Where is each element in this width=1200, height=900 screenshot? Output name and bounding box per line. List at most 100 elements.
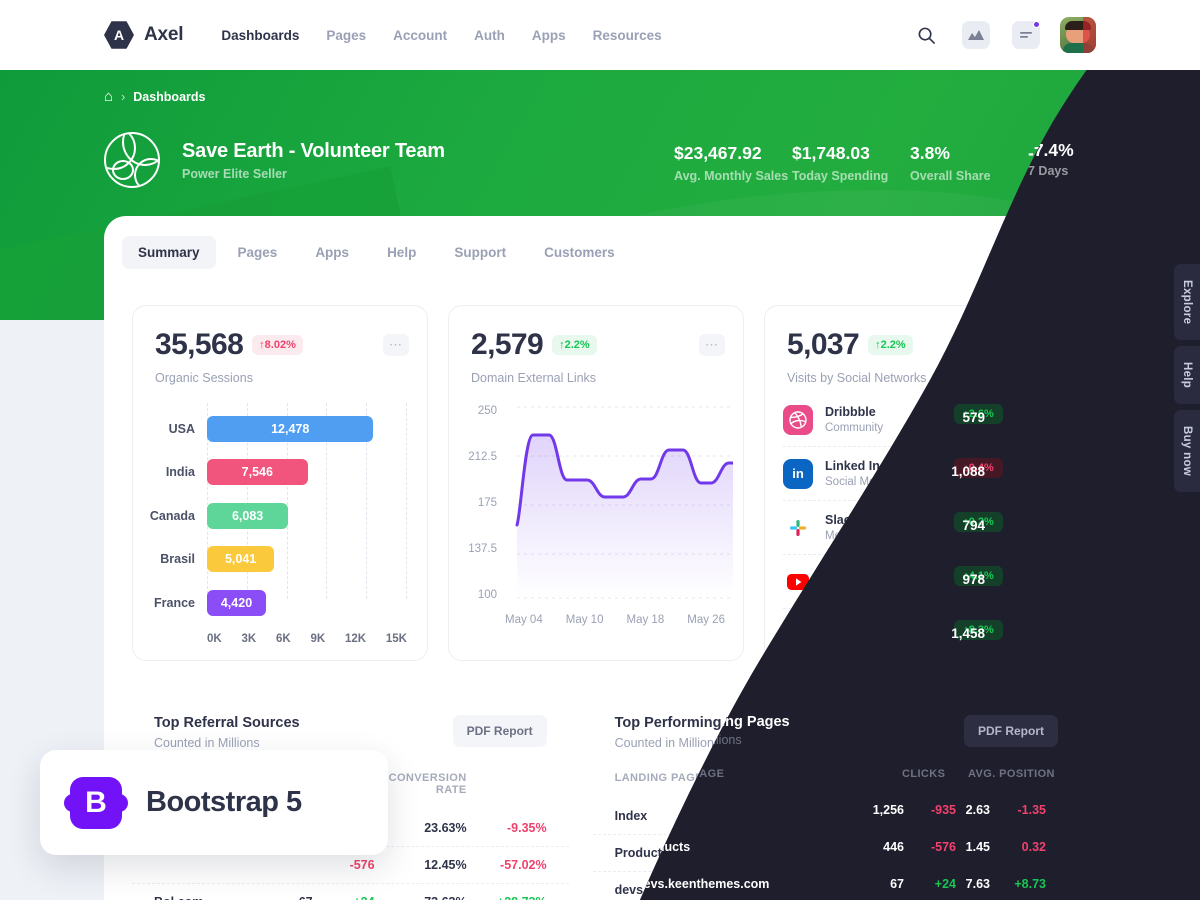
cell-landing-page: devs.keenthemes.com bbox=[614, 883, 748, 897]
card-menu-button[interactable]: ⋯ bbox=[1015, 334, 1041, 356]
table-row[interactable]: Bol.com 67 +24 73.63% +28.73% bbox=[132, 884, 569, 900]
delta-value: 0.4% bbox=[1007, 467, 1033, 480]
ytick: 212.5 bbox=[468, 451, 497, 463]
list-item[interactable]: Instagram Social Network 1,458 ↑8.3% bbox=[783, 609, 1041, 663]
social-desc: Social Network bbox=[825, 638, 902, 651]
social-value: 794 bbox=[959, 520, 982, 535]
stat-avg-monthly-sales: $23,467.92 Avg. Monthly Sales bbox=[674, 143, 792, 183]
card-menu-button[interactable]: ⋯ bbox=[699, 334, 725, 356]
cell-position: 2.63 bbox=[941, 809, 966, 823]
nav-item-apps[interactable]: Apps bbox=[532, 28, 566, 43]
social-delta: ↑0.2% bbox=[994, 517, 1041, 538]
table-row[interactable]: devs.keenthemes.com 67 +24 7.63 +8.73 bbox=[593, 872, 1068, 900]
stat-value: $1,748.03 bbox=[792, 143, 870, 163]
nav-item-account[interactable]: Account bbox=[393, 28, 447, 43]
notifications-icon[interactable] bbox=[1010, 19, 1042, 51]
search-icon[interactable] bbox=[910, 19, 942, 51]
ytick: 175 bbox=[477, 497, 497, 509]
tab-help[interactable]: Help bbox=[371, 236, 432, 269]
cell-sessions: 67 bbox=[249, 895, 313, 900]
breadcrumb: ⌂ › Dashboards bbox=[104, 88, 205, 105]
home-icon[interactable]: ⌂ bbox=[104, 88, 113, 105]
bar-row-brasil: Brasil 5,041 bbox=[145, 538, 407, 582]
nav-item-pages[interactable]: Pages bbox=[326, 28, 366, 43]
nav-item-resources[interactable]: Resources bbox=[593, 28, 662, 43]
cell-landing-page: Index bbox=[614, 809, 648, 823]
stat-label: Today Spending bbox=[792, 169, 889, 183]
stat-value: -7.4% bbox=[1028, 143, 1074, 163]
card-menu-button[interactable]: ⋯ bbox=[383, 334, 409, 356]
table-row[interactable]: Index 1,256 -935 2.63 -1.35 bbox=[592, 798, 1068, 835]
social-visits-subtitle: Visits by Social Networks bbox=[787, 371, 927, 385]
external-links-subtitle: Domain External Links bbox=[471, 371, 597, 385]
social-desc: Video Channel bbox=[825, 584, 901, 596]
xtick: 9K bbox=[310, 632, 326, 645]
list-item[interactable]: in Linked In Social Media 1,088 ↓0.4% bbox=[783, 447, 1041, 501]
tab-apps[interactable]: Apps bbox=[299, 236, 365, 269]
table-title: Top Referral Sources bbox=[154, 715, 300, 731]
activity-icon[interactable] bbox=[960, 19, 992, 51]
table-title: Top Performing Pages bbox=[614, 715, 769, 731]
bar-label: France bbox=[154, 595, 195, 610]
table-subtitle: Counted in Millions bbox=[154, 736, 260, 750]
tab-pages[interactable]: Pages bbox=[222, 236, 294, 269]
bootstrap-badge-card[interactable]: B Bootstrap 5 bbox=[40, 750, 388, 855]
page-subtitle: Power Elite Seller bbox=[182, 166, 287, 181]
table-row[interactable]: Products 446 -576 1.45 0.32 bbox=[592, 835, 1068, 872]
brand-name: Axel bbox=[144, 24, 184, 45]
area-chart-plot bbox=[511, 401, 735, 610]
delta-value: 8.3% bbox=[1007, 630, 1033, 642]
social-desc: Social Media bbox=[825, 476, 891, 488]
bar-value: 12,478 bbox=[207, 415, 374, 442]
cell-clicks: 446 bbox=[791, 846, 812, 860]
activity-chip bbox=[962, 21, 990, 49]
social-desc: Community bbox=[825, 422, 884, 434]
stat-label: Avg. Monthly Sales bbox=[674, 169, 789, 183]
table-top-performing-pages: Top Performing Pages Counted in Millions… bbox=[592, 695, 1068, 900]
side-tab-buy-now[interactable]: Buy now bbox=[1174, 410, 1200, 493]
pdf-report-button[interactable]: PDF Report bbox=[452, 715, 547, 747]
hero-identity: Save Earth - Volunteer Team Power Elite … bbox=[104, 132, 445, 188]
linkedin-icon: in bbox=[783, 458, 813, 489]
delta-value: 2.6% bbox=[1007, 413, 1033, 426]
side-tab-explore[interactable]: Explore bbox=[1174, 264, 1200, 341]
nav-item-auth[interactable]: Auth bbox=[474, 28, 505, 43]
bar-chart-xaxis: 0K 3K 6K 9K 12K 15K bbox=[207, 633, 407, 645]
tab-support[interactable]: Support bbox=[438, 236, 522, 269]
card-organic-sessions: 35,568 ↑8.02% Organic Sessions ⋯ USA 12,… bbox=[132, 305, 428, 661]
social-visits-delta: ↑2.2% bbox=[868, 335, 913, 355]
side-tab-help[interactable]: Help bbox=[1174, 346, 1200, 405]
table-subtitle: Counted in Millions bbox=[614, 736, 721, 750]
delta-value: 0.2% bbox=[1007, 521, 1033, 534]
xtick: 12K bbox=[344, 632, 367, 645]
metric-cards: 35,568 ↑8.02% Organic Sessions ⋯ USA 12,… bbox=[104, 269, 1096, 661]
nav-item-dashboards[interactable]: Dashboards bbox=[221, 28, 299, 43]
cell-position-delta: +8.73 bbox=[1014, 883, 1046, 897]
avatar[interactable] bbox=[1060, 17, 1096, 53]
cell-clicks: 1,256 bbox=[780, 809, 812, 823]
cell-position-delta: 0.32 bbox=[1021, 846, 1046, 860]
table-column-headers: LANDING PAGE CLICKS AVG. POSITION bbox=[593, 750, 1068, 784]
bar-value: 4,420 bbox=[207, 589, 266, 616]
list-item[interactable]: Dribbble Community 579 ↑2.6% bbox=[783, 393, 1041, 447]
pdf-report-button[interactable]: PDF Report bbox=[952, 715, 1046, 747]
list-item[interactable]: YouTube Video Channel 978 ↑4.1% bbox=[783, 555, 1041, 609]
table-header: Top Performing Pages Counted in Millions… bbox=[593, 695, 1068, 750]
delta-value: 2.2% bbox=[880, 339, 906, 351]
xtick: May 18 bbox=[626, 614, 665, 626]
xtick: 6K bbox=[275, 632, 291, 645]
tab-customers[interactable]: Customers bbox=[528, 236, 631, 269]
list-item[interactable]: Slack Messanger 794 ↑0.2% bbox=[783, 501, 1041, 555]
social-name: Instagram bbox=[825, 621, 885, 636]
brand-logo[interactable]: A Axel bbox=[104, 20, 184, 50]
breadcrumb-current[interactable]: Dashboards bbox=[133, 90, 205, 104]
card-domain-external-links: 2,579 ↑2.2% Domain External Links ⋯ 250 … bbox=[448, 305, 744, 661]
social-delta: ↑8.3% bbox=[994, 626, 1041, 646]
xtick: May 04 bbox=[505, 614, 543, 626]
tab-summary[interactable]: Summary bbox=[122, 236, 216, 269]
social-delta: ↓0.4% bbox=[994, 463, 1041, 484]
card-social-visits: 5,037 ↑2.2% Visits by Social Networks ⋯ bbox=[764, 305, 1060, 661]
bar-value: 7,546 bbox=[207, 459, 308, 486]
column-header: LANDING PAGE bbox=[614, 772, 703, 784]
app-header: A Axel Dashboards Pages Account Auth App… bbox=[0, 0, 1200, 70]
